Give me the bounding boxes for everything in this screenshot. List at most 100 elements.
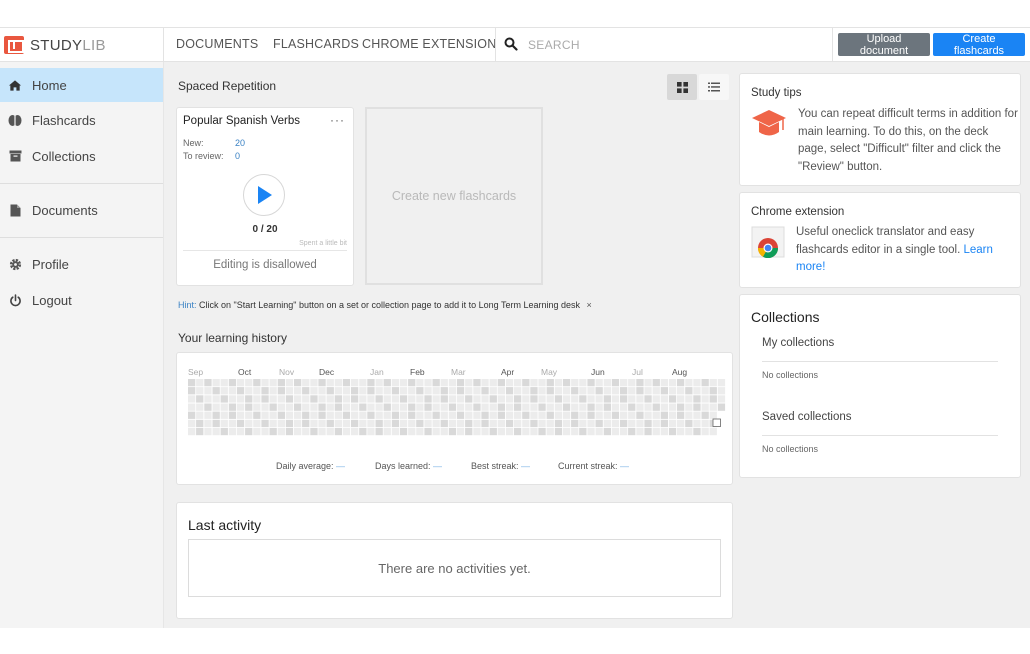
sidebar-item-collections[interactable]: Collections (0, 139, 163, 173)
sidebar-item-documents[interactable]: Documents (0, 193, 163, 227)
heatmap-cell (448, 379, 457, 387)
heatmap-month-label: Dec (319, 367, 335, 377)
heatmap-month-label: Apr (501, 367, 515, 377)
hint-bar: Hint: Click on "Start Learning" button o… (178, 300, 592, 310)
heatmap-cell (220, 403, 228, 411)
heatmap-cell (294, 411, 302, 419)
deck-menu-icon[interactable]: ··· (330, 113, 345, 127)
navbar-divider (163, 28, 164, 62)
heatmap-cell (261, 427, 269, 436)
heatmap-cell (375, 395, 383, 403)
heatmap-cell (587, 403, 595, 411)
heatmap-cell (668, 403, 677, 411)
list-icon (708, 82, 720, 92)
heatmap-cell (342, 387, 351, 395)
heatmap-cell (342, 411, 351, 419)
grid-view-toggle[interactable] (667, 74, 697, 100)
heatmap-cell (571, 411, 579, 419)
heatmap-cell (399, 387, 408, 395)
heatmap-cell (359, 403, 367, 411)
heatmap-cell (359, 419, 367, 428)
heatmap-cell (359, 387, 367, 395)
heatmap-cell (399, 419, 408, 428)
sidebar-item-home[interactable]: Home (0, 68, 163, 102)
search-icon[interactable] (504, 37, 518, 51)
heatmap-cell (546, 379, 554, 387)
heatmap-cell (465, 427, 473, 436)
deck-card[interactable]: Popular Spanish Verbs ··· New: 20 To rev… (176, 107, 354, 286)
heatmap-cell (342, 395, 351, 403)
heatmap-cell (660, 395, 668, 403)
create-flashcards-button[interactable]: Create flashcards (933, 33, 1025, 57)
logo-text-study: STUDY (30, 36, 83, 54)
heatmap-cell (383, 387, 391, 395)
heatmap-cell (196, 427, 204, 436)
heatmap-cell (196, 379, 204, 387)
heatmap-cell (554, 411, 563, 419)
heatmap-cell (603, 403, 611, 411)
heatmap-cell (391, 427, 400, 436)
heatmap-cell (204, 387, 212, 395)
heatmap-cell (562, 427, 571, 436)
heatmap-cell (220, 379, 228, 387)
heatmap-cell (522, 411, 530, 419)
heatmap-cell (652, 395, 660, 403)
heatmap-cell (505, 427, 514, 436)
heatmap-cell (677, 387, 685, 395)
create-new-flashcards-card[interactable]: Create new flashcards (365, 107, 543, 285)
nav-flashcards-link[interactable]: FLASHCARDS (273, 37, 359, 51)
stat-current-streak: Current streak: — (558, 461, 629, 471)
heatmap-cell (489, 395, 497, 403)
heatmap-cell (294, 387, 302, 395)
heatmap-cell (701, 387, 709, 395)
heatmap-cell (326, 387, 334, 395)
heatmap-cell (253, 395, 261, 403)
heatmap-cell (571, 427, 579, 436)
deck-title[interactable]: Popular Spanish Verbs (183, 115, 300, 127)
hint-close-icon[interactable]: × (587, 300, 592, 310)
sidebar-item-flashcards[interactable]: Flashcards (0, 103, 163, 137)
heatmap-cell (318, 379, 326, 387)
heatmap-cell (391, 387, 400, 395)
list-view-toggle[interactable] (699, 74, 729, 100)
heatmap-cell (668, 411, 677, 419)
heatmap-cell (465, 403, 473, 411)
heatmap-cell (587, 395, 595, 403)
heatmap-cell (636, 427, 644, 436)
heatmap-cell (245, 411, 253, 419)
heatmap-cell (424, 411, 432, 419)
heatmap-cell (277, 379, 285, 387)
nav-chrome-extension-link[interactable]: CHROME EXTENSION (362, 37, 496, 51)
heatmap-cell (310, 379, 318, 387)
search-input[interactable] (528, 34, 688, 56)
studylib-logo[interactable]: STUDYLIB (4, 35, 106, 55)
sidebar-item-profile[interactable]: Profile (0, 247, 163, 281)
sidebar-item-label: Home (32, 77, 67, 93)
heatmap-cell (253, 387, 261, 395)
heatmap-cell (701, 395, 709, 403)
heatmap-cell (367, 427, 375, 436)
heatmap-cell (269, 427, 277, 436)
heatmap-cell (188, 379, 196, 387)
heatmap-cell (204, 419, 212, 428)
heatmap-month-label: Aug (672, 367, 688, 377)
heatmap-cell (620, 403, 628, 411)
heatmap-month-label: Mar (451, 367, 466, 377)
heatmap-cell (587, 387, 595, 395)
heatmap-cell (220, 419, 228, 428)
heatmap-cell (188, 427, 196, 436)
heatmap-cell (236, 427, 245, 436)
heatmap-cell (432, 403, 440, 411)
heatmap-cell (636, 387, 644, 395)
heatmap-cell (188, 419, 196, 428)
heatmap-cell (620, 427, 628, 436)
heatmap-cell (522, 427, 530, 436)
play-button[interactable] (243, 174, 285, 216)
heatmap-cell (204, 379, 212, 387)
sidebar-item-logout[interactable]: Logout (0, 283, 163, 317)
nav-documents-link[interactable]: DOCUMENTS (176, 37, 258, 51)
heatmap-cell (530, 395, 538, 403)
last-activity-card: Last activity There are no activities ye… (176, 502, 733, 619)
collections-card: Collections My collections No collection… (739, 294, 1021, 478)
upload-document-button[interactable]: Upload document (838, 33, 930, 57)
